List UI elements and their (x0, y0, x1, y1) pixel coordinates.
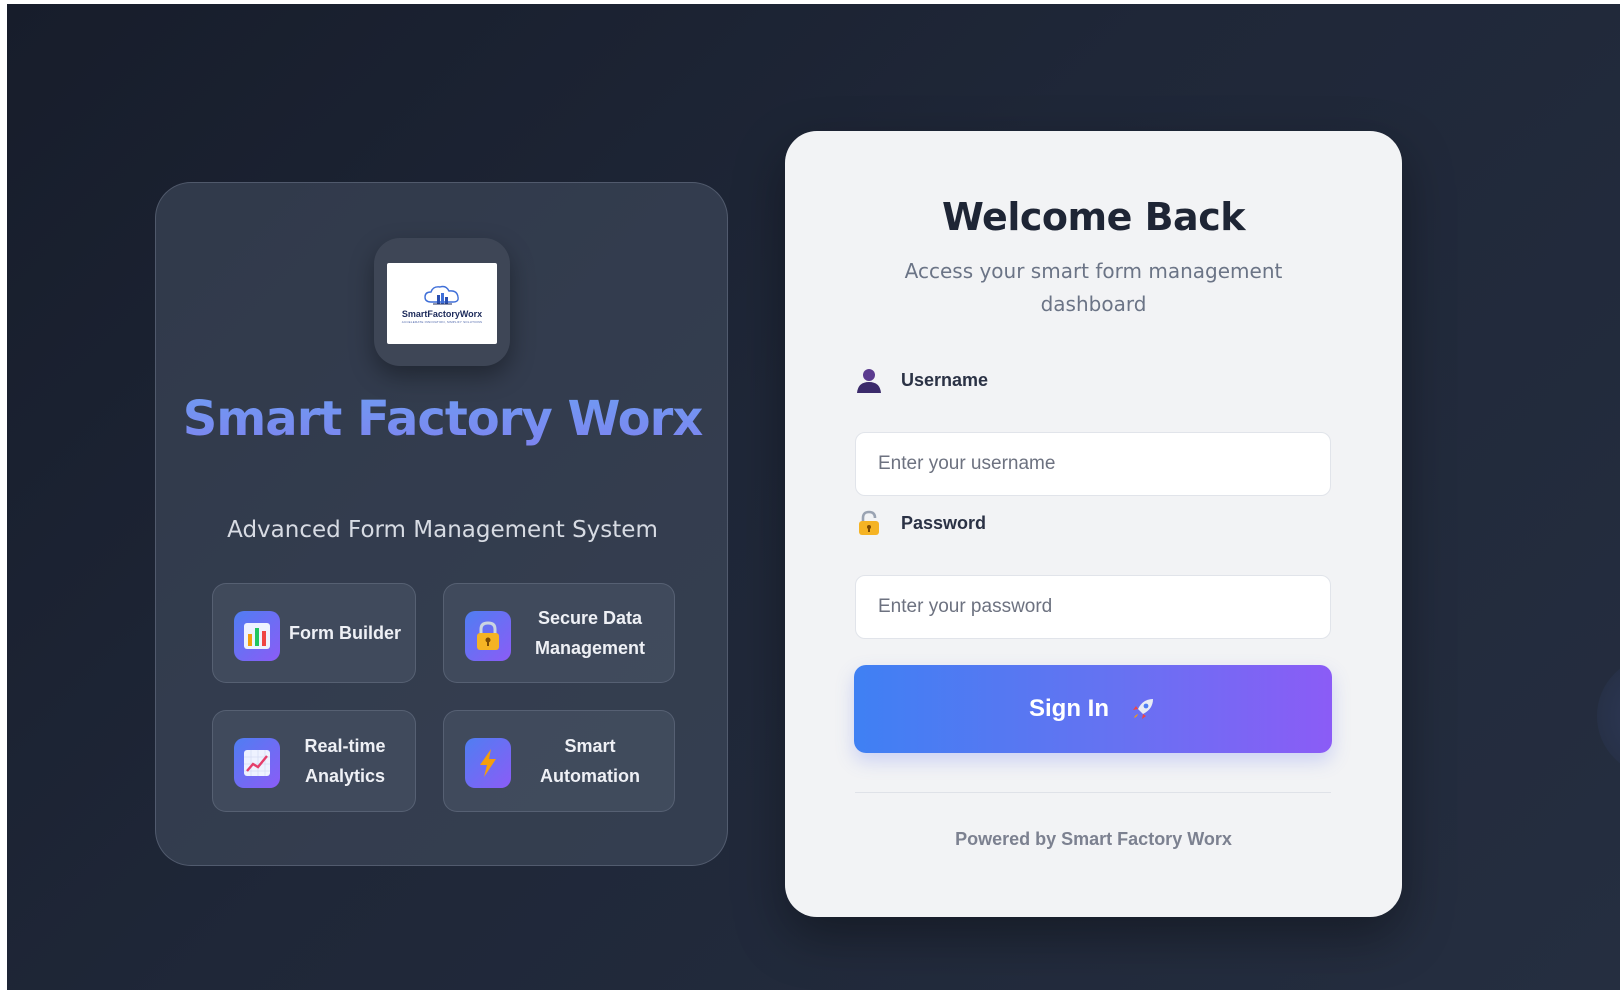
divider (855, 792, 1331, 793)
feature-label: Real-time Analytics (304, 736, 386, 786)
brand-panel: SmartFactoryWorx ACCELERATE INNOVATION, … (155, 182, 728, 866)
login-subtitle: Access your smart form management dashbo… (904, 259, 1283, 316)
powered-by-footer: Powered by Smart Factory Worx (955, 829, 1232, 849)
lock-icon (465, 611, 511, 661)
feature-smart-automation: Smart Automation (443, 710, 675, 812)
feature-label: Form Builder (288, 623, 401, 643)
user-icon (857, 369, 881, 393)
login-card: Welcome Back Access your smart form mana… (785, 131, 1402, 917)
page-background: SmartFactoryWorx ACCELERATE INNOVATION, … (7, 4, 1620, 994)
sign-in-button[interactable]: Sign In (854, 665, 1332, 753)
username-label-text: Username (901, 369, 989, 390)
brand-title: Smart Factory Worx (156, 391, 729, 447)
bottom-edge (0, 990, 1620, 994)
feature-label: Secure Data Management (534, 608, 646, 658)
password-input[interactable] (855, 575, 1331, 639)
brand-subtitle: Advanced Form Management System (227, 517, 658, 543)
logo-container: SmartFactoryWorx ACCELERATE INNOVATION, … (374, 238, 510, 366)
logo-tagline: ACCELERATE INNOVATION, SIMPLIFY SOLUTION… (401, 319, 483, 324)
rocket-icon (1133, 699, 1153, 719)
decorative-orb (1597, 656, 1620, 776)
cloud-factory-icon (424, 285, 459, 304)
lock-icon (859, 510, 879, 535)
password-label-text: Password (901, 512, 987, 533)
feature-realtime-analytics: Real-time Analytics (212, 710, 416, 812)
password-label: Password (856, 510, 986, 536)
username-input[interactable] (855, 432, 1331, 496)
line-chart-icon (234, 738, 280, 788)
username-label: Username (856, 367, 988, 393)
feature-form-builder: Form Builder (212, 583, 416, 683)
company-logo: SmartFactoryWorx ACCELERATE INNOVATION, … (387, 263, 497, 344)
sign-in-label: Sign In (1029, 695, 1109, 722)
login-title: Welcome Back (942, 195, 1246, 239)
feature-label: Smart Automation (540, 736, 640, 786)
feature-secure-data: Secure Data Management (443, 583, 675, 683)
lightning-icon (465, 738, 511, 788)
bar-chart-icon (234, 611, 280, 661)
logo-wordmark: SmartFactoryWorx (401, 308, 483, 319)
